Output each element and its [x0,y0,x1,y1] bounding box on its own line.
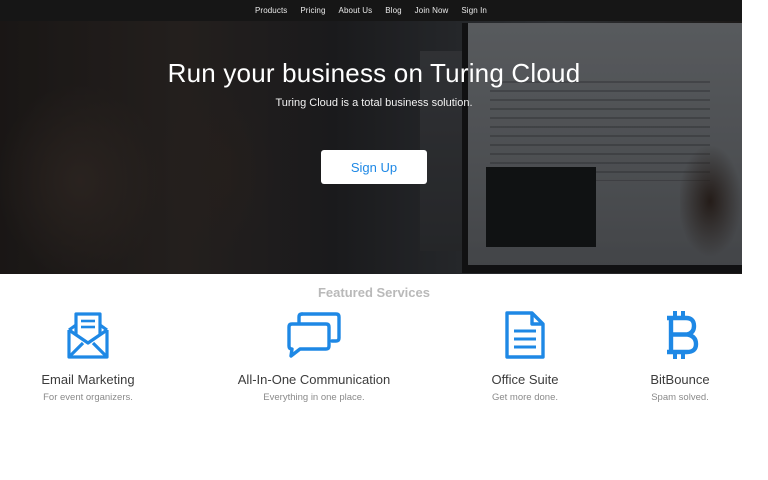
bitcoin-icon [667,311,699,359]
top-navbar: Products Pricing About Us Blog Join Now … [0,0,742,21]
nav-link-about-us[interactable]: About Us [332,6,379,15]
service-name: All-In-One Communication [237,372,391,387]
featured-services-heading: Featured Services [317,285,430,300]
service-email-marketing[interactable]: Email Marketing For event organizers. [18,310,158,403]
service-name: BitBounce [650,372,710,387]
service-all-in-one-communication[interactable]: All-In-One Communication Everything in o… [214,310,414,403]
nav-link-sign-in[interactable]: Sign In [455,6,494,15]
service-description: For event organizers. [43,392,133,403]
hero-title: Run your business on Turing Cloud [167,58,581,88]
service-description: Spam solved. [651,392,709,403]
service-description: Get more done. [491,392,558,403]
hero-banner: Run your business on Turing Cloud Turing… [0,21,742,274]
service-bitbounce[interactable]: BitBounce Spam solved. [630,310,730,403]
service-office-suite[interactable]: Office Suite Get more done. [470,310,580,403]
service-name: Office Suite [491,372,559,387]
document-icon [505,311,545,359]
nav-link-blog[interactable]: Blog [379,6,408,15]
chat-bubbles-icon [287,312,341,358]
service-name: Email Marketing [41,372,135,387]
nav-link-products[interactable]: Products [249,6,294,15]
service-description: Everything in one place. [263,392,365,403]
signup-button[interactable]: Sign Up [321,150,427,184]
envelope-icon [67,312,109,359]
nav-link-pricing[interactable]: Pricing [294,6,332,15]
hero-subtitle: Turing Cloud is a total business solutio… [275,97,473,109]
nav-link-join-now[interactable]: Join Now [408,6,455,15]
